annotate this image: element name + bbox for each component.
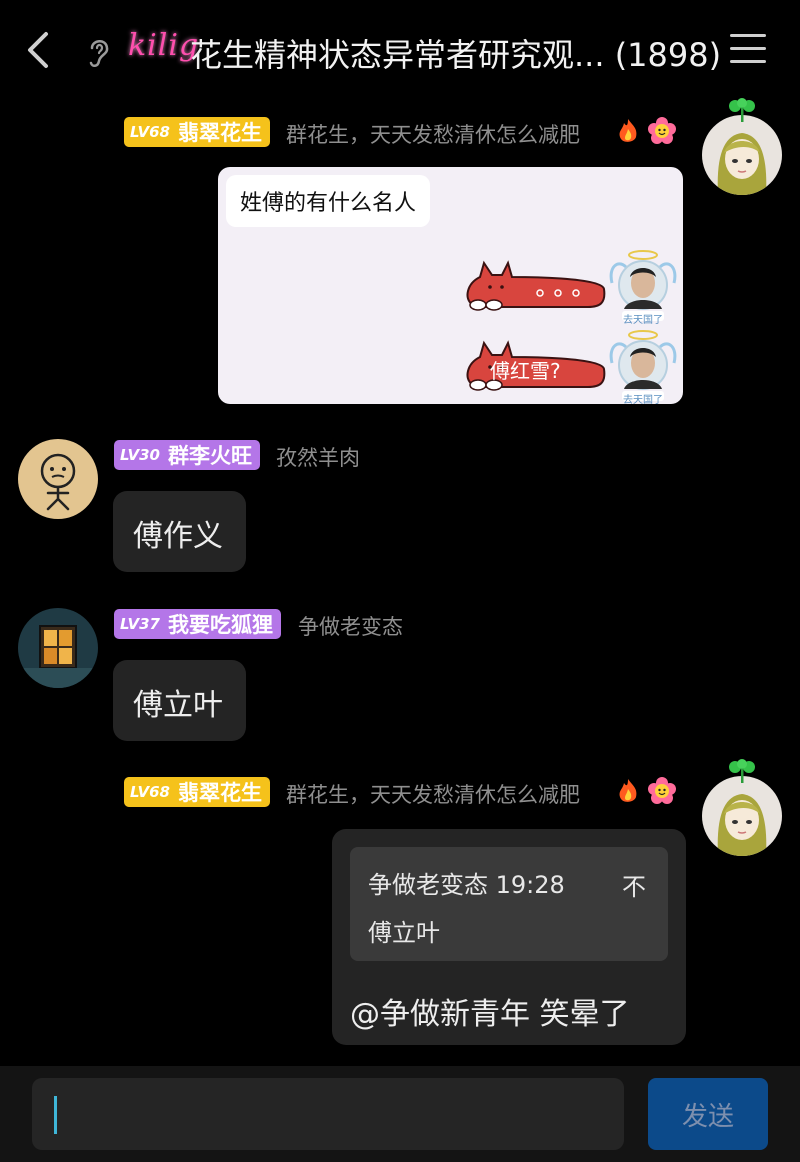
back-arrow-icon[interactable]	[22, 28, 56, 72]
reply-text: @争做新青年 笑晕了	[350, 997, 630, 1032]
screenshot-image[interactable]: 姓傅的有什么名人 傅红雪? 去天国了 去天国了	[218, 167, 683, 404]
reply-message-bubble[interactable]: 争做老变态 19:28 不 傅立叶 @争做新青年 笑晕了	[332, 829, 686, 1045]
level-badge: LV30 群李火旺	[114, 440, 260, 470]
mini-avatar-label: 去天国了	[623, 315, 663, 326]
quote-icon: 不	[622, 873, 646, 901]
input-bar: 发送	[0, 1066, 800, 1162]
message-input[interactable]	[32, 1078, 624, 1150]
doodle-face-avatar-icon	[18, 439, 98, 519]
user-title: 群花生，天天发愁清休怎么减肥	[286, 123, 580, 147]
group-title[interactable]: 花生精神状态异常者研究观... (1898)	[190, 30, 721, 76]
level-badge: LV68 翡翠花生	[124, 777, 270, 807]
level-badge: LV68 翡翠花生	[124, 117, 270, 147]
quoted-message[interactable]: 争做老变态 19:28 不 傅立叶	[350, 847, 668, 961]
menu-icon[interactable]	[730, 34, 766, 64]
avatar[interactable]	[702, 115, 782, 195]
message-bubble[interactable]: 傅作义	[113, 491, 246, 572]
sticker-caption: 傅红雪?	[490, 359, 561, 383]
flower-emoji-icon	[648, 777, 676, 804]
long-cat-sticker-icon	[466, 260, 606, 311]
mini-avatar-label: 去天国了	[623, 395, 663, 404]
window-scene-avatar-icon	[18, 608, 98, 688]
flower-emoji-icon	[648, 117, 676, 144]
quoted-text: 傅立叶	[368, 919, 440, 947]
message-bubble[interactable]: 傅立叶	[113, 660, 246, 741]
ear-icon[interactable]	[84, 34, 114, 70]
text-cursor	[54, 1096, 57, 1134]
user-title: 群花生，天天发愁清休怎么减肥	[286, 783, 580, 807]
screenshot-message: 姓傅的有什么名人	[226, 175, 431, 227]
chat-header: kilig 花生精神状态异常者研究观... (1898)	[0, 0, 800, 100]
user-title: 孜然羊肉	[276, 446, 360, 470]
quoted-meta: 争做老变态 19:28	[368, 871, 565, 899]
send-button[interactable]: 发送	[648, 1078, 768, 1150]
fire-emoji-icon	[619, 779, 637, 802]
avatar[interactable]	[18, 608, 98, 688]
anime-girl-avatar-icon	[702, 115, 782, 195]
brand-logo: kilig	[128, 28, 200, 63]
avatar[interactable]	[18, 439, 98, 519]
fire-emoji-icon	[619, 119, 637, 142]
clover-sprout-icon	[729, 98, 755, 122]
clover-sprout-icon	[729, 759, 755, 783]
anime-girl-avatar-icon	[702, 776, 782, 856]
user-title: 争做老变态	[298, 615, 403, 639]
level-badge: LV37 我要吃狐狸	[114, 609, 281, 639]
avatar[interactable]	[702, 776, 782, 856]
